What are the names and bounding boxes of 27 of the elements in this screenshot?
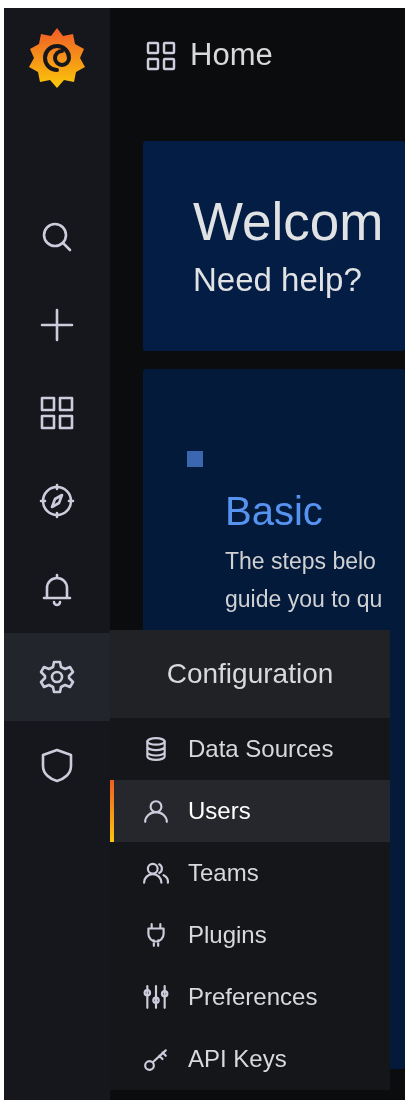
shield-icon[interactable] — [39, 747, 75, 783]
users-icon — [143, 860, 169, 886]
welcome-heading: Welcom — [193, 192, 384, 251]
settings-icon[interactable] — [39, 659, 75, 695]
database-icon — [143, 736, 169, 762]
compass-icon[interactable] — [39, 483, 75, 519]
help-heading: Need help? — [193, 261, 362, 299]
menu-item[interactable]: Plugins — [110, 904, 390, 966]
tutorial-title: Basic — [225, 489, 323, 533]
menu-item[interactable]: Data Sources — [110, 718, 390, 780]
step-marker-icon — [187, 451, 203, 467]
menu-item[interactable]: Teams — [110, 842, 390, 904]
menu-title: Configuration — [166, 657, 334, 691]
menu-item[interactable]: Users — [110, 780, 390, 842]
page-title: Home — [190, 36, 273, 75]
tutorial-text: guide you to qu — [225, 585, 383, 612]
dashboard-grid-icon — [146, 40, 176, 71]
menu-item[interactable]: API Keys — [110, 1028, 390, 1090]
sidebar-item[interactable] — [4, 633, 110, 721]
dashboard-grid-icon[interactable] — [39, 395, 75, 431]
key-icon — [143, 1046, 169, 1072]
user-icon — [143, 798, 169, 824]
menu-item[interactable]: Preferences — [110, 966, 390, 1028]
logo-icon[interactable] — [26, 26, 88, 90]
sliders-icon — [143, 984, 169, 1010]
tutorial-text: The steps belo — [225, 548, 376, 574]
plus-icon[interactable] — [39, 307, 75, 343]
